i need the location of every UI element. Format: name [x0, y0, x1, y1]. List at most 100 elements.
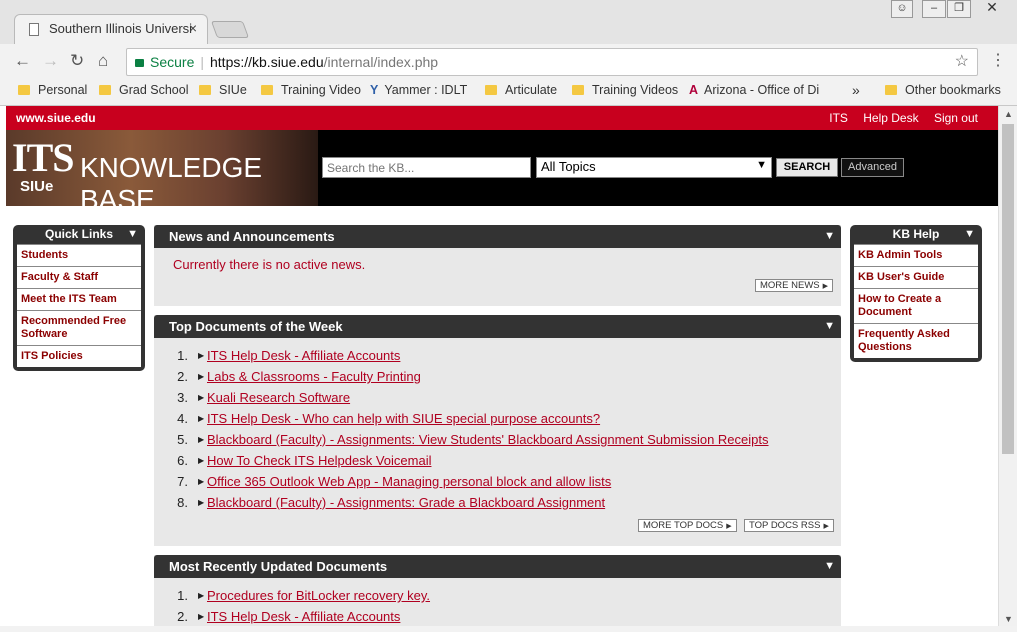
close-window-icon[interactable]: ✕	[972, 0, 1012, 18]
user-icon[interactable]: ☺	[891, 0, 913, 18]
minimize-icon[interactable]: –	[922, 0, 946, 18]
chevron-down-icon[interactable]: ▼	[824, 225, 835, 248]
page-scrollbar[interactable]: ▲ ▼	[998, 106, 1017, 626]
quick-links-box: Quick Links ▼ Students Faculty & Staff M…	[13, 225, 145, 371]
address-bar[interactable]: Secure | https://kb.siue.edu/internal/inde…	[126, 48, 978, 76]
folder-icon	[261, 85, 273, 95]
scroll-down-icon[interactable]: ▼	[1004, 614, 1013, 624]
list-item: 1. ▶ ITS Help Desk - Affiliate Accounts	[154, 345, 841, 366]
bookmark-articulate[interactable]: Articulate	[485, 81, 557, 99]
quick-link-faculty-staff[interactable]: Faculty & Staff	[17, 266, 141, 288]
chevron-down-icon[interactable]: ▼	[964, 225, 975, 244]
doc-link[interactable]: Blackboard (Faculty) - Assignments: View…	[207, 429, 769, 450]
tab-close-icon[interactable]: ×	[189, 20, 197, 36]
triangle-icon: ▶	[198, 414, 205, 423]
chevron-down-icon[interactable]: ▼	[824, 555, 835, 578]
scroll-up-icon[interactable]: ▲	[1004, 109, 1013, 119]
url-separator: |	[200, 54, 204, 70]
list-number: 5.	[177, 432, 188, 447]
list-number: 1.	[177, 588, 188, 603]
quick-link-its-policies[interactable]: ITS Policies	[17, 345, 141, 367]
advanced-button[interactable]: Advanced	[841, 158, 904, 177]
search-button[interactable]: SEARCH	[776, 158, 838, 177]
bookmark-label: Personal	[38, 83, 88, 97]
bookmark-label: Articulate	[505, 83, 558, 97]
doc-link[interactable]: Labs & Classrooms - Faculty Printing	[207, 366, 421, 387]
back-icon[interactable]: ←	[14, 52, 31, 70]
tab-title: Southern Illinois Universi	[49, 21, 193, 36]
kb-help-box: KB Help ▼ KB Admin Tools KB User's Guide…	[850, 225, 982, 362]
doc-link[interactable]: Kuali Research Software	[207, 387, 350, 408]
forward-icon[interactable]: →	[42, 52, 59, 70]
bookmark-other[interactable]: Other bookmarks	[885, 81, 1001, 99]
kb-help-header[interactable]: KB Help ▼	[854, 225, 978, 244]
triangle-icon: ▶	[198, 393, 205, 402]
bookmark-training-video[interactable]: Training Video	[261, 81, 361, 99]
bookmark-grad-school[interactable]: Grad School	[99, 81, 188, 99]
kb-help-create-document[interactable]: How to Create a Document	[854, 288, 978, 323]
topic-select[interactable]: All Topics ▼	[536, 157, 772, 178]
help-desk-link[interactable]: Help Desk	[863, 111, 918, 125]
lock-icon	[135, 59, 144, 67]
top-docs-header[interactable]: Top Documents of the Week ▼	[154, 315, 841, 338]
new-tab-button[interactable]	[210, 21, 250, 38]
doc-link[interactable]: Procedures for BitLocker recovery key.	[207, 585, 430, 606]
bookmark-arizona[interactable]: A Arizona - Office of Di	[689, 81, 819, 99]
recent-docs-header[interactable]: Most Recently Updated Documents ▼	[154, 555, 841, 578]
kb-help-admin-tools[interactable]: KB Admin Tools	[854, 244, 978, 266]
top-links: ITS Help Desk Sign out	[817, 111, 978, 125]
top-docs-rss-button[interactable]: TOP DOCS RSS ▶	[744, 519, 834, 532]
bookmark-personal[interactable]: Personal	[18, 81, 87, 99]
bookmark-label: Grad School	[119, 83, 189, 97]
list-number: 4.	[177, 411, 188, 426]
its-link[interactable]: ITS	[829, 111, 848, 125]
doc-link[interactable]: ITS Help Desk - Who can help with SIUE s…	[207, 408, 600, 429]
triangle-icon: ▶	[198, 591, 205, 600]
triangle-icon: ▶	[198, 351, 205, 360]
quick-link-free-software[interactable]: Recommended Free Software	[17, 310, 141, 345]
chevron-down-icon[interactable]: ▼	[824, 315, 835, 338]
doc-link[interactable]: How To Check ITS Helpdesk Voicemail	[207, 450, 431, 471]
doc-link[interactable]: ITS Help Desk - Affiliate Accounts	[207, 345, 400, 366]
bookmark-star-icon[interactable]: ☆	[955, 49, 969, 75]
doc-link[interactable]: ITS Help Desk - Affiliate Accounts	[207, 606, 400, 626]
list-number: 3.	[177, 390, 188, 405]
doc-link[interactable]: Office 365 Outlook Web App - Managing pe…	[207, 471, 611, 492]
kb-help-users-guide[interactable]: KB User's Guide	[854, 266, 978, 288]
recent-docs-list: 1. ▶ Procedures for BitLocker recovery key…	[154, 585, 841, 626]
scrollbar-thumb[interactable]	[1002, 124, 1014, 454]
bookmark-siue[interactable]: SIUe	[199, 81, 247, 99]
restore-icon[interactable]: ❐	[947, 0, 971, 18]
doc-link[interactable]: Blackboard (Faculty) - Assignments: Grad…	[207, 492, 605, 513]
siue-site-link[interactable]: www.siue.edu	[16, 111, 96, 125]
folder-icon	[99, 85, 111, 95]
bookmark-yammer[interactable]: Y Yammer : IDLT	[370, 81, 467, 99]
kb-search-input[interactable]	[322, 157, 531, 178]
browser-tab[interactable]: Southern Illinois Universi ×	[14, 14, 208, 44]
bookmark-label: Arizona - Office of Di	[704, 83, 820, 97]
recent-docs-panel: Most Recently Updated Documents ▼ 1. ▶ Pro…	[154, 555, 841, 626]
list-item: 5. ▶ Blackboard (Faculty) - Assignments: V…	[154, 429, 841, 450]
bookmark-label: Training Video	[281, 83, 361, 97]
news-header[interactable]: News and Announcements ▼	[154, 225, 841, 248]
status-bar	[0, 626, 1017, 632]
dropdown-arrow-icon: ▼	[756, 159, 767, 171]
quick-links-header[interactable]: Quick Links ▼	[17, 225, 141, 244]
more-news-button[interactable]: MORE NEWS ▶	[755, 279, 834, 292]
menu-dots-icon[interactable]: ⋮	[990, 50, 1006, 70]
bookmarks-overflow-icon[interactable]: »	[852, 81, 860, 99]
quick-link-its-team[interactable]: Meet the ITS Team	[17, 288, 141, 310]
quick-link-students[interactable]: Students	[17, 244, 141, 266]
list-item: 7. ▶ Office 365 Outlook Web App - Managing…	[154, 471, 841, 492]
triangle-icon: ▶	[198, 456, 205, 465]
bookmark-training-videos[interactable]: Training Videos	[572, 81, 678, 99]
chevron-down-icon[interactable]: ▼	[127, 225, 138, 244]
more-top-docs-button[interactable]: MORE TOP DOCS ▶	[638, 519, 737, 532]
kb-help-faq[interactable]: Frequently Asked Questions	[854, 323, 978, 358]
logo-knowledge-base: KNOWLEDGE BASE	[80, 152, 263, 206]
home-icon[interactable]: ⌂	[98, 52, 108, 70]
reload-icon[interactable]: ↻	[70, 52, 84, 70]
play-arrow-icon: ▶	[726, 523, 732, 530]
kb-logo[interactable]: ITS SIUe KNOWLEDGE BASE	[6, 130, 318, 206]
sign-out-link[interactable]: Sign out	[934, 111, 978, 125]
